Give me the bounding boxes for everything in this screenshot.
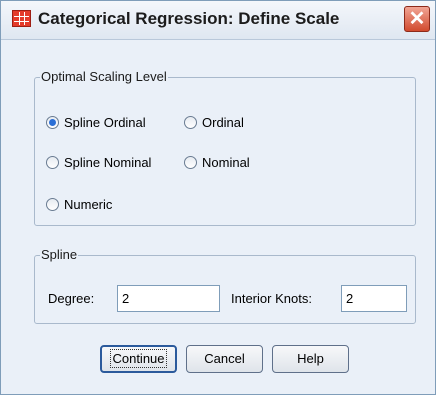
cancel-button[interactable]: Cancel bbox=[186, 345, 263, 373]
spline-group: Spline Degree: 2 Interior Knots: 2 bbox=[34, 247, 416, 324]
radio-numeric[interactable]: Numeric bbox=[46, 197, 112, 212]
close-icon: ✕ bbox=[408, 8, 426, 30]
help-button[interactable]: Help bbox=[272, 345, 349, 373]
continue-button-label: Continue bbox=[110, 349, 167, 368]
radio-label-nominal: Nominal bbox=[202, 155, 250, 170]
cancel-button-label: Cancel bbox=[204, 351, 245, 366]
radio-spline-ordinal[interactable]: Spline Ordinal bbox=[46, 115, 146, 130]
radio-unselected-icon bbox=[184, 116, 197, 129]
radio-label-spline-ordinal: Spline Ordinal bbox=[64, 115, 146, 130]
window-title: Categorical Regression: Define Scale bbox=[38, 9, 340, 28]
optimal-scaling-legend: Optimal Scaling Level bbox=[40, 69, 168, 84]
radio-label-spline-nominal: Spline Nominal bbox=[64, 155, 152, 170]
radio-spline-nominal[interactable]: Spline Nominal bbox=[46, 155, 151, 170]
radio-ordinal[interactable]: Ordinal bbox=[184, 115, 244, 130]
help-button-label: Help bbox=[297, 351, 324, 366]
degree-label: Degree: bbox=[48, 291, 95, 306]
define-scale-dialog: Categorical Regression: Define Scale ✕ O… bbox=[0, 0, 436, 395]
app-icon bbox=[12, 10, 31, 27]
spline-legend: Spline bbox=[40, 247, 79, 262]
radio-unselected-icon bbox=[184, 156, 197, 169]
close-button[interactable]: ✕ bbox=[404, 6, 430, 32]
radio-selected-icon bbox=[46, 116, 59, 129]
radio-unselected-icon bbox=[46, 156, 59, 169]
degree-input[interactable]: 2 bbox=[117, 285, 220, 312]
radio-nominal[interactable]: Nominal bbox=[184, 155, 250, 170]
optimal-scaling-group: Optimal Scaling Level Spline Ordinal Ord… bbox=[34, 69, 416, 226]
radio-unselected-icon bbox=[46, 198, 59, 211]
interior-knots-input[interactable]: 2 bbox=[341, 285, 407, 312]
continue-button[interactable]: Continue bbox=[100, 345, 177, 373]
interior-knots-label: Interior Knots: bbox=[231, 291, 312, 306]
radio-label-ordinal: Ordinal bbox=[202, 115, 244, 130]
radio-label-numeric: Numeric bbox=[64, 197, 113, 212]
title-bar[interactable]: Categorical Regression: Define Scale ✕ bbox=[1, 1, 435, 40]
